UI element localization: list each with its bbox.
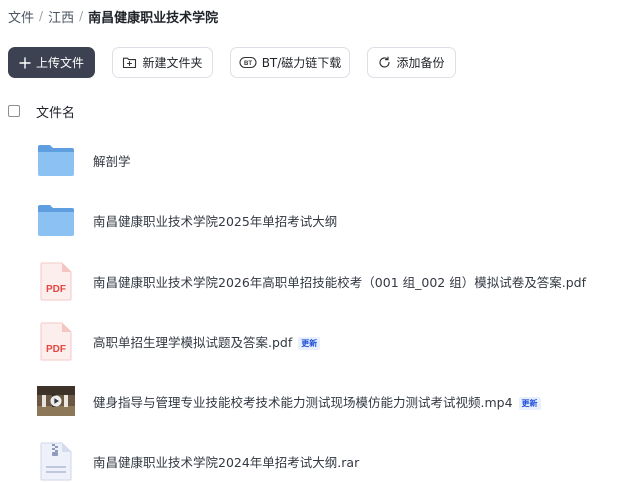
- folder-icon: [37, 200, 75, 240]
- updated-badge: 更新: [518, 396, 541, 410]
- file-name: 高职单招生理学模拟试题及答案.pdf 更新: [93, 332, 321, 351]
- breadcrumb-separator: /: [79, 9, 84, 23]
- file-name-text: 高职单招生理学模拟试题及答案.pdf: [93, 334, 293, 350]
- breadcrumb-separator: /: [39, 9, 44, 23]
- file-name: 解剖学: [93, 153, 131, 169]
- list-item[interactable]: 南昌健康职业技术学院2024年单招考试大纲.rar: [37, 441, 612, 481]
- video-thumbnail-icon: [37, 381, 75, 421]
- list-item[interactable]: PDF 高职单招生理学模拟试题及答案.pdf 更新: [37, 321, 612, 361]
- list-item[interactable]: 解剖学: [37, 140, 612, 180]
- file-name-text: 健身指导与管理专业技能校考技术能力测试现场模仿能力测试考试视频.mp4: [93, 394, 513, 410]
- file-list-header: 文件名: [8, 101, 75, 121]
- list-item[interactable]: 健身指导与管理专业技能校考技术能力测试现场模仿能力测试考试视频.mp4 更新: [37, 381, 612, 421]
- add-backup-button[interactable]: 添加备份: [367, 47, 456, 78]
- new-folder-button[interactable]: 新建文件夹: [112, 47, 213, 78]
- bt-magnet-icon: BT: [239, 56, 257, 69]
- add-backup-button-label: 添加备份: [396, 56, 445, 70]
- bt-download-button-label: BT/磁力链下载: [261, 56, 342, 70]
- list-item[interactable]: PDF 南昌健康职业技术学院2026年高职单招技能校考（001 组_002 组）…: [37, 261, 612, 301]
- select-all-checkbox[interactable]: [8, 105, 20, 117]
- svg-text:BT: BT: [244, 61, 252, 67]
- breadcrumb-current: 南昌健康职业技术学院: [88, 10, 219, 26]
- svg-text:PDF: PDF: [46, 284, 66, 295]
- upload-button[interactable]: 上传文件: [8, 47, 95, 78]
- file-name: 南昌健康职业技术学院2026年高职单招技能校考（001 组_002 组）模拟试卷…: [93, 274, 586, 290]
- file-name: 健身指导与管理专业技能校考技术能力测试现场模仿能力测试考试视频.mp4 更新: [93, 392, 541, 411]
- archive-icon: [37, 441, 75, 481]
- toolbar: 上传文件 新建文件夹 BT BT/磁力链下载 添加备份: [8, 47, 456, 78]
- breadcrumb: 文件 / 江西 / 南昌健康职业技术学院: [8, 6, 218, 26]
- updated-badge: 更新: [298, 336, 321, 350]
- column-header-filename: 文件名: [36, 105, 76, 121]
- folder-icon: [37, 140, 75, 180]
- refresh-icon: [378, 56, 391, 69]
- plus-icon: [19, 56, 31, 69]
- file-name: 南昌健康职业技术学院2025年单招考试大纲: [93, 213, 338, 229]
- list-item[interactable]: 南昌健康职业技术学院2025年单招考试大纲: [37, 200, 612, 240]
- folder-plus-icon: [122, 56, 137, 69]
- breadcrumb-root[interactable]: 文件: [8, 7, 34, 26]
- upload-button-label: 上传文件: [35, 56, 84, 70]
- breadcrumb-parent[interactable]: 江西: [48, 7, 74, 26]
- file-name: 南昌健康职业技术学院2024年单招考试大纲.rar: [93, 454, 360, 470]
- new-folder-button-label: 新建文件夹: [142, 56, 203, 70]
- pdf-icon: PDF: [37, 321, 75, 361]
- svg-text:PDF: PDF: [46, 344, 66, 355]
- bt-download-button[interactable]: BT BT/磁力链下载: [230, 47, 350, 78]
- pdf-icon: PDF: [37, 261, 75, 301]
